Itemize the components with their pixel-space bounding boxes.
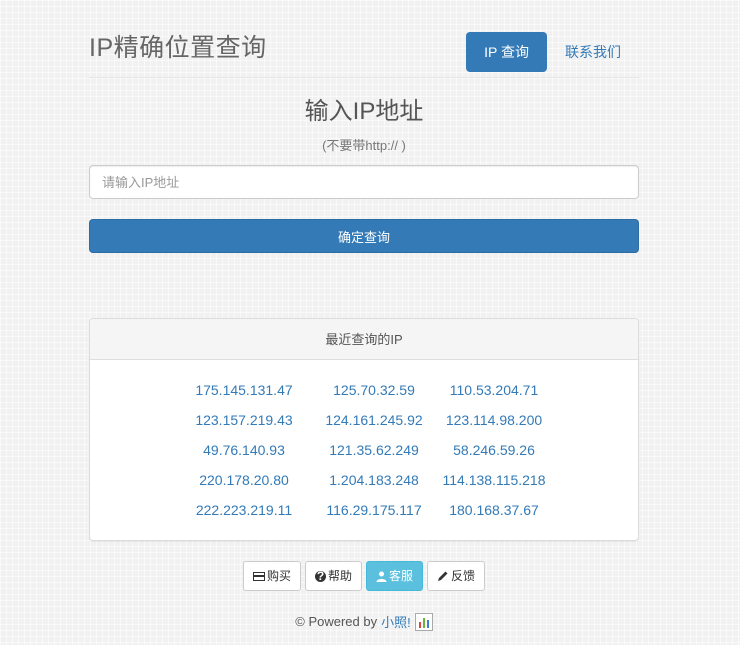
- recent-ip-link[interactable]: 121.35.62.249: [319, 440, 429, 470]
- user-icon: [376, 571, 387, 582]
- help-label: 帮助: [327, 569, 352, 583]
- service-label: 客服: [389, 569, 414, 583]
- feedback-button[interactable]: 反馈: [427, 561, 486, 591]
- recent-ip-link[interactable]: 220.178.20.80: [179, 470, 309, 500]
- recent-ip-link[interactable]: 1.204.183.248: [319, 470, 429, 500]
- nav-contact-us[interactable]: 联系我们: [547, 32, 639, 72]
- page-container: IP精确位置查询 IP 查询 联系我们 输入IP地址 (不要带http:// )…: [89, 0, 639, 631]
- recent-ip-link[interactable]: 114.138.115.218: [439, 470, 549, 500]
- recent-ip-link[interactable]: 58.246.59.26: [439, 440, 549, 470]
- powered-link[interactable]: 小照!: [381, 612, 411, 631]
- recent-ip-link[interactable]: 124.161.245.92: [319, 410, 429, 440]
- nav-ip-query[interactable]: IP 查询: [466, 32, 547, 72]
- recent-ip-link[interactable]: 110.53.204.71: [439, 380, 549, 410]
- buy-label: 购买: [266, 569, 291, 583]
- recent-ip-link[interactable]: 116.29.175.117: [319, 500, 429, 530]
- ip-input[interactable]: [89, 165, 639, 199]
- footer-button-group: 购买 ? 帮助 客服 反馈: [89, 561, 639, 591]
- recent-ip-link[interactable]: 180.168.37.67: [439, 500, 549, 530]
- submit-query-button[interactable]: 确定查询: [89, 219, 639, 253]
- pencil-icon: [437, 570, 449, 582]
- site-title: IP精确位置查询: [89, 34, 267, 62]
- recent-ip-link[interactable]: 123.157.219.43: [179, 410, 309, 440]
- recent-ip-link[interactable]: 125.70.32.59: [319, 380, 429, 410]
- credit-card-icon: [252, 571, 265, 581]
- feedback-label: 反馈: [451, 569, 476, 583]
- recent-ip-list: 175.145.131.47 125.70.32.59 110.53.204.7…: [90, 380, 638, 530]
- recent-ip-link[interactable]: 175.145.131.47: [179, 380, 309, 410]
- form-title: 输入IP地址: [304, 98, 424, 125]
- recent-ip-link[interactable]: 222.223.219.11: [179, 500, 309, 530]
- header: IP精确位置查询 IP 查询 联系我们: [89, 0, 639, 78]
- question-circle-icon: ?: [314, 569, 326, 583]
- help-button[interactable]: ? 帮助: [304, 561, 362, 591]
- stats-counter-icon[interactable]: [414, 612, 433, 631]
- recent-ip-panel: 最近查询的IP 175.145.131.47 125.70.32.59 110.…: [89, 318, 639, 541]
- recent-ip-heading: 最近查询的IP: [90, 319, 638, 360]
- powered-text: © Powered by: [295, 614, 378, 629]
- customer-service-button[interactable]: 客服: [366, 561, 424, 591]
- recent-ip-link[interactable]: 49.76.140.93: [179, 440, 309, 470]
- top-nav: IP 查询 联系我们: [466, 32, 639, 72]
- powered-by: © Powered by 小照!: [89, 612, 639, 631]
- form-subtitle: (不要带http:// ): [322, 138, 406, 153]
- recent-ip-link[interactable]: 123.114.98.200: [439, 410, 549, 440]
- buy-button[interactable]: 购买: [242, 561, 301, 591]
